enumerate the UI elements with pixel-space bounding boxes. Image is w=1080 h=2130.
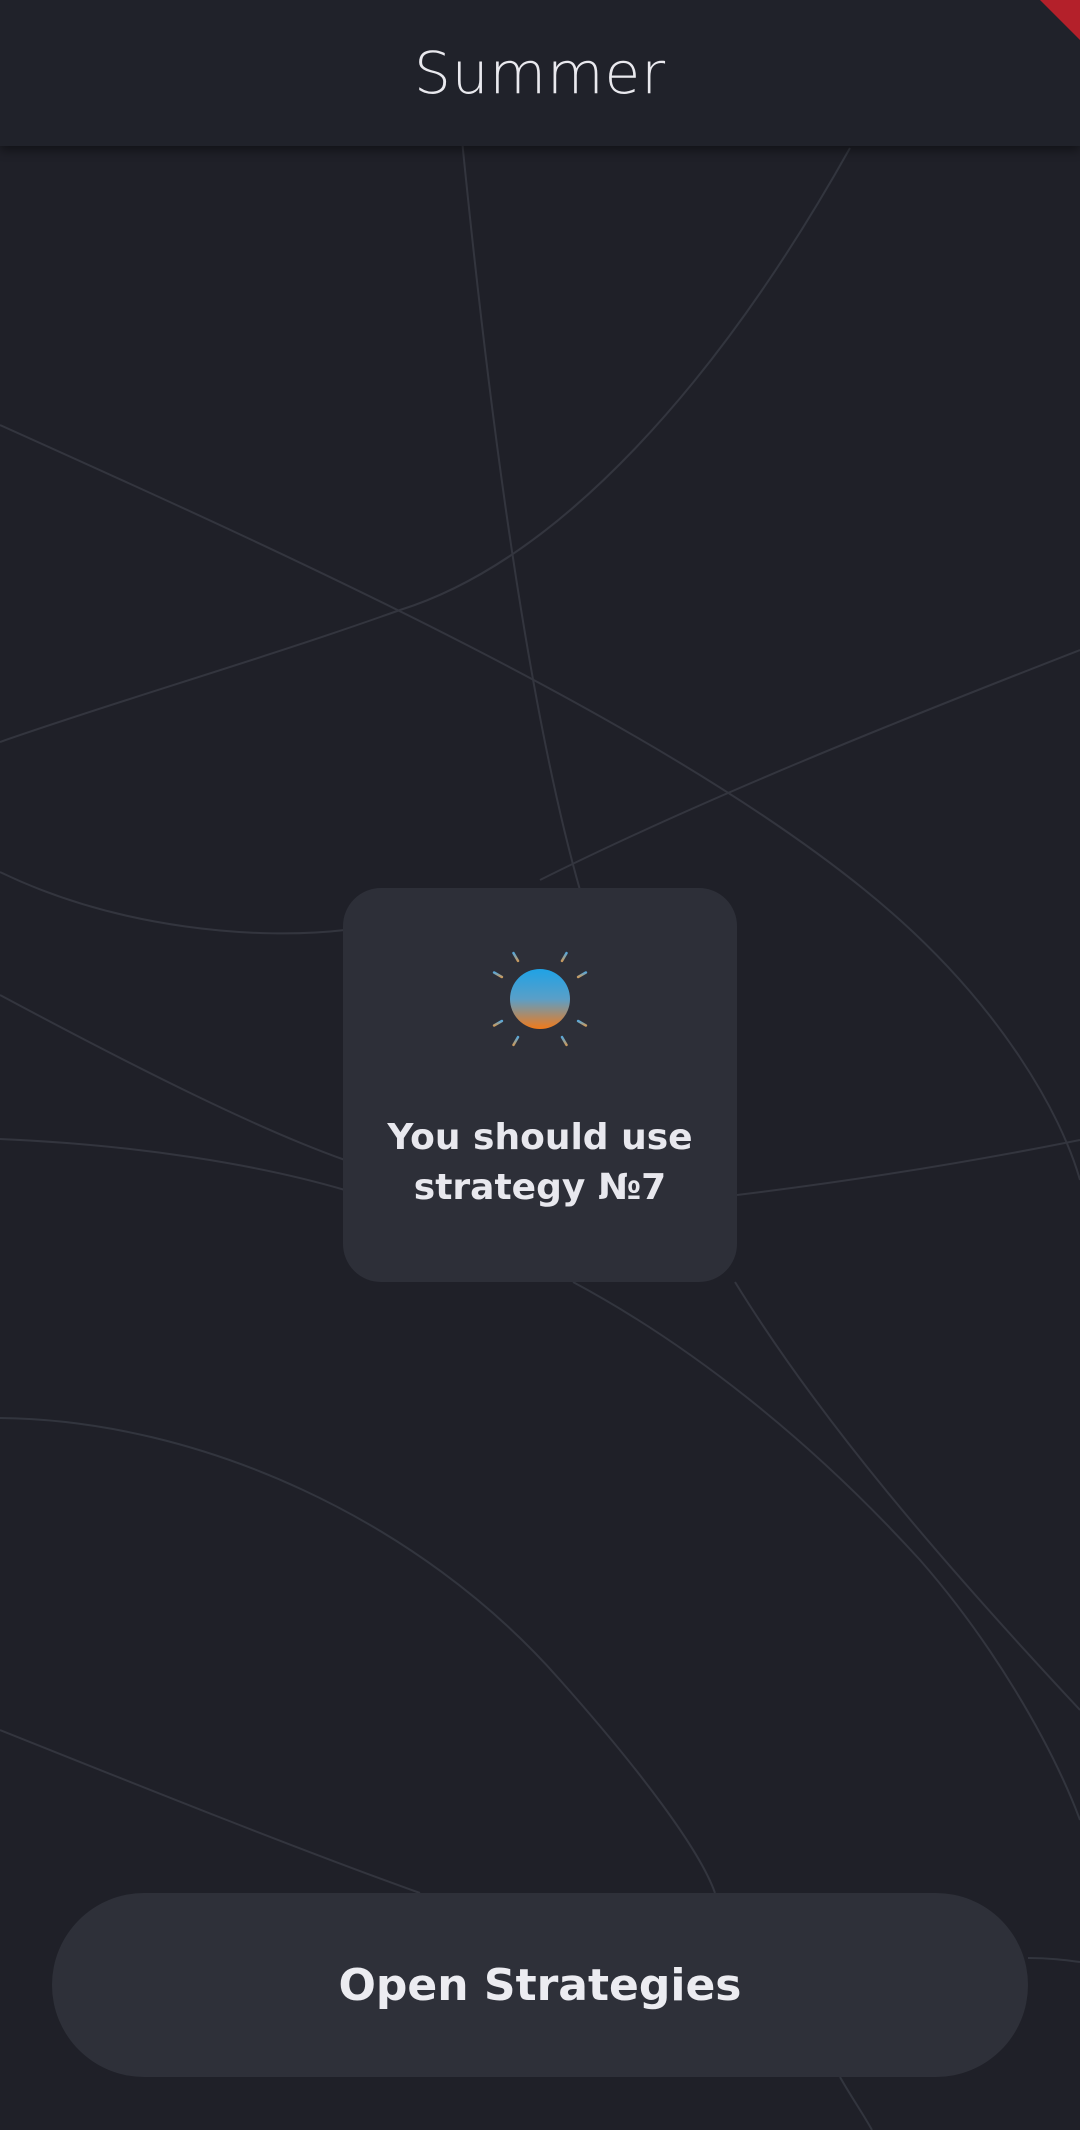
debug-banner xyxy=(1020,0,1080,60)
strategy-message: You should use strategy №7 xyxy=(387,1117,693,1208)
app-screen: Summer You should use strategy №7 Open S… xyxy=(0,0,1080,2130)
sun-icon xyxy=(485,944,595,1054)
page-title: Summer xyxy=(413,39,667,107)
app-bar: Summer xyxy=(0,0,1080,146)
open-strategies-button[interactable]: Open Strategies xyxy=(52,1893,1028,2077)
strategy-card: You should use strategy №7 xyxy=(343,888,737,1282)
open-strategies-label: Open Strategies xyxy=(338,1959,742,2011)
